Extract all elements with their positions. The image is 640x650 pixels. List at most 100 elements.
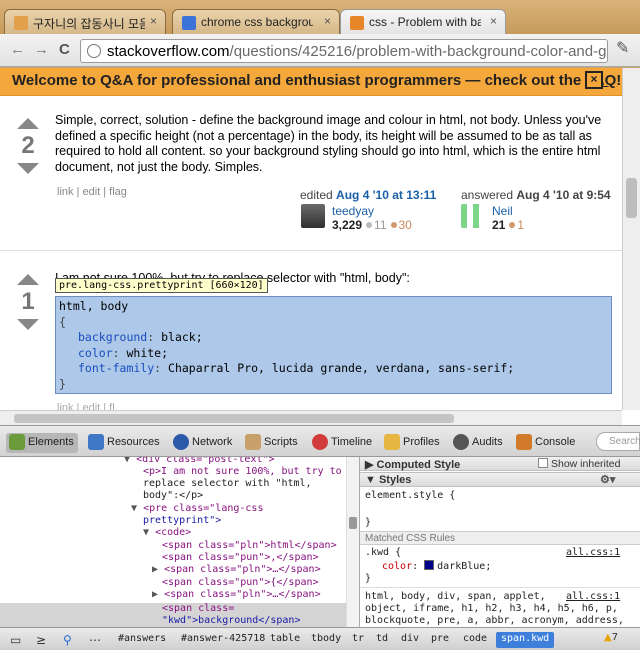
breadcrumb[interactable]: table (265, 632, 305, 648)
computed-style-header[interactable]: ▶ Computed Style Show inherited (360, 457, 640, 471)
scrollbar-thumb[interactable] (349, 517, 357, 529)
author-name[interactable]: Neil (492, 204, 513, 218)
devtools-statusbar: ▭ ≥ ⚲ ⋯ #answers #answer-425718 table tb… (0, 627, 640, 650)
code-value: white; (126, 345, 169, 360)
tab-label: Elements (28, 436, 74, 448)
close-tab-icon[interactable]: × (490, 14, 497, 28)
rule-selector[interactable]: html, body, div, span, applet, (365, 591, 546, 602)
rule-source-link[interactable]: all.css:1 (566, 591, 620, 602)
tab-stackoverflow[interactable]: css - Problem with back... × (340, 9, 506, 34)
dom-node[interactable]: <span class="pun">{</span> (162, 577, 319, 589)
dom-node[interactable]: <span class= (162, 603, 234, 615)
answered-time[interactable]: Aug 4 '10 at 9:54 (516, 188, 610, 202)
editor-name[interactable]: teedyay (332, 204, 374, 218)
tab-profiles[interactable]: Profiles (384, 433, 440, 453)
dom-node[interactable]: ▶ <span class="pln">…</span> (152, 564, 321, 576)
breadcrumb[interactable]: td (371, 632, 393, 648)
dock-icon[interactable]: ▭ (10, 633, 21, 647)
wrench-icon[interactable]: ✎ (616, 38, 629, 58)
rep-score: 21 (492, 218, 506, 232)
avatar[interactable] (461, 204, 485, 228)
styles-header[interactable]: ▼ Styles ⚙▾ (360, 472, 640, 487)
breadcrumb[interactable]: div (396, 632, 424, 648)
console-toggle-icon[interactable]: ≥ (36, 633, 46, 647)
checkbox-icon[interactable] (538, 458, 548, 468)
breadcrumb[interactable]: pre (426, 632, 454, 648)
elements-scrollbar[interactable] (346, 457, 359, 627)
dom-node[interactable]: replace selector with "html, (143, 478, 312, 490)
gear-icon[interactable]: ⚙▾ (600, 473, 615, 486)
reload-button[interactable]: C (59, 42, 70, 58)
network-icon (173, 434, 189, 450)
dom-node[interactable]: body":</p> (143, 490, 203, 502)
rule-selector[interactable]: object, iframe, h1, h2, h3, h4, h5, h6, … (365, 603, 618, 614)
google-icon (182, 16, 196, 30)
warnings-counter[interactable]: ▲7 (604, 632, 618, 643)
expand-triangle-icon[interactable]: ▼ (124, 457, 130, 465)
show-inherited-checkbox[interactable]: Show inherited (538, 458, 620, 470)
upvote-icon[interactable] (17, 274, 39, 285)
element-style-rule[interactable]: element.style { (365, 490, 455, 501)
search-icon[interactable]: ⚲ (63, 633, 72, 647)
rule-selector[interactable]: .kwd { (365, 547, 401, 558)
node-text: body":</p> (143, 490, 204, 501)
breadcrumb[interactable]: tr (347, 632, 369, 648)
scrollbar-thumb[interactable] (626, 178, 637, 218)
tab-elements[interactable]: Elements (6, 433, 78, 453)
scrollbar-thumb[interactable] (14, 414, 454, 423)
code-value: Chaparral Pro, lucida grande, verdana, s… (168, 361, 515, 375)
avatar[interactable] (301, 204, 325, 228)
dom-node[interactable]: ▼ <pre class="lang-css (131, 503, 263, 515)
console-icon (516, 434, 532, 450)
dom-node[interactable]: <span class="pun">,</span> (162, 552, 319, 564)
address-bar[interactable]: stackoverflow.com/questions/425216/probl… (80, 39, 608, 63)
forward-button[interactable]: → (34, 42, 49, 58)
close-tab-icon[interactable]: × (324, 14, 331, 28)
tab-console[interactable]: Console (516, 433, 575, 453)
dom-node[interactable]: ▼ <div class="post-text"> (124, 457, 275, 466)
expand-triangle-icon[interactable]: ▶ (152, 589, 158, 600)
dom-node[interactable]: <span class="pln">html</span> (162, 540, 337, 552)
expand-triangle-icon[interactable]: ▼ (131, 503, 137, 514)
upvote-icon[interactable] (17, 118, 39, 129)
expand-triangle-icon[interactable]: ▶ (152, 564, 158, 575)
rule-source-link[interactable]: all.css:1 (566, 547, 620, 558)
node-text: <span class= (162, 603, 235, 614)
expand-triangle-icon[interactable]: ▼ (143, 527, 149, 538)
breadcrumb[interactable]: #answer-425718 (176, 632, 270, 648)
tab-audits[interactable]: Audits (453, 433, 503, 453)
close-icon[interactable]: × (585, 71, 603, 89)
tab-scripts[interactable]: Scripts (245, 433, 298, 453)
tab-label: css - Problem with back... (369, 15, 481, 29)
dom-node[interactable]: ▼ <code> (143, 527, 191, 539)
vote-count: 1 (21, 288, 35, 315)
css-property[interactable]: color: darkBlue; (382, 560, 491, 572)
post-menu[interactable]: link | edit | flag (57, 186, 127, 198)
back-button[interactable]: ← (10, 42, 25, 58)
page-scrollbar[interactable] (622, 68, 640, 410)
breadcrumb[interactable]: code (458, 632, 492, 648)
downvote-icon[interactable] (17, 319, 39, 330)
breadcrumb[interactable]: #answers (113, 632, 171, 648)
close-tab-icon[interactable]: × (150, 14, 157, 28)
breadcrumb[interactable]: tbody (306, 632, 346, 648)
tab-network[interactable]: Network (173, 433, 232, 453)
horizontal-scrollbar[interactable] (0, 410, 622, 425)
rule-selector[interactable]: blockquote, pre, a, abbr, acronym, addre… (365, 615, 624, 626)
tab-timeline[interactable]: Timeline (312, 433, 372, 453)
breadcrumb-selected[interactable]: span.kwd (496, 632, 555, 648)
dom-node[interactable]: ▶ <span class="pln">…</span> (152, 589, 321, 601)
tab-resources[interactable]: Resources (88, 433, 160, 453)
tab-google[interactable]: chrome css background-... × (172, 9, 340, 34)
dom-node[interactable]: <p>I am not sure 100%, but try to (143, 466, 342, 478)
color-swatch-icon[interactable] (424, 560, 435, 570)
devtools-search-input[interactable]: Search (596, 432, 640, 451)
tab-blog[interactable]: 구자니의 잡동사니 모음 ... × (4, 9, 166, 34)
post-menu[interactable]: link | edit | fl (57, 402, 115, 410)
bronze-badge-icon (509, 222, 516, 228)
edited-time[interactable]: Aug 4 '10 at 13:11 (336, 188, 436, 202)
dom-node[interactable]: prettyprint"> (143, 515, 221, 527)
dom-node[interactable]: "kwd">background</span> (162, 615, 300, 627)
more-icon[interactable]: ⋯ (89, 633, 101, 647)
downvote-icon[interactable] (17, 163, 39, 174)
